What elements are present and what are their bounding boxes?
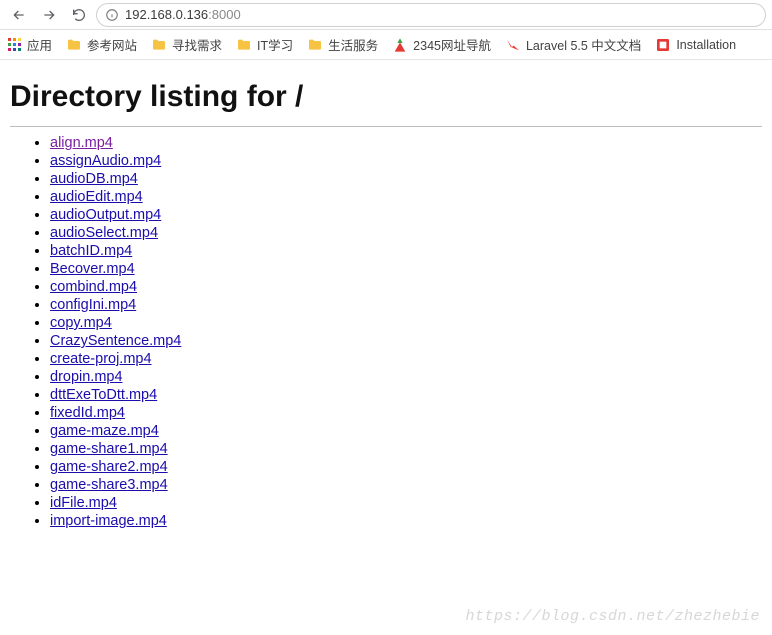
list-item: dropin.mp4 — [50, 369, 762, 385]
file-link[interactable]: idFile.mp4 — [50, 495, 117, 511]
arrow-left-icon — [11, 7, 27, 23]
list-item: fixedId.mp4 — [50, 405, 762, 421]
folder-icon — [66, 37, 82, 53]
list-item: game-share3.mp4 — [50, 477, 762, 493]
list-item: create-proj.mp4 — [50, 351, 762, 367]
bookmark-item[interactable]: IT学习 — [236, 35, 293, 54]
file-link[interactable]: audioOutput.mp4 — [50, 207, 161, 223]
apps-icon — [6, 37, 22, 53]
list-item: game-share2.mp4 — [50, 459, 762, 475]
bookmark-icon — [236, 37, 252, 53]
apps-button[interactable]: 应用 — [6, 35, 52, 54]
file-link[interactable]: Becover.mp4 — [50, 261, 135, 277]
bookmark-icon — [655, 37, 671, 53]
file-link[interactable]: audioEdit.mp4 — [50, 189, 143, 205]
list-item: audioSelect.mp4 — [50, 225, 762, 241]
folder-icon — [151, 37, 167, 53]
laravel-icon — [505, 37, 521, 53]
file-link[interactable]: game-maze.mp4 — [50, 423, 159, 439]
list-item: audioOutput.mp4 — [50, 207, 762, 223]
list-item: idFile.mp4 — [50, 495, 762, 511]
bookmarks-bar: 应用 参考网站 寻找需求 IT学习 生活服务 2345网址导航 Laravel 5.5 中… — [0, 30, 772, 60]
file-link[interactable]: create-proj.mp4 — [50, 351, 152, 367]
file-link[interactable]: dropin.mp4 — [50, 369, 123, 385]
list-item: copy.mp4 — [50, 315, 762, 331]
file-link[interactable]: game-share2.mp4 — [50, 459, 168, 475]
file-link[interactable]: audioSelect.mp4 — [50, 225, 158, 241]
bookmark-label: IT学习 — [257, 35, 293, 54]
page-title: Directory listing for / — [10, 80, 762, 114]
nav2345-icon — [392, 37, 408, 53]
file-link[interactable]: dttExeToDtt.mp4 — [50, 387, 157, 403]
install-icon — [655, 37, 671, 53]
file-link[interactable]: import-image.mp4 — [50, 513, 167, 529]
file-link[interactable]: combind.mp4 — [50, 279, 137, 295]
browser-toolbar: 192.168.0.136:8000 — [0, 0, 772, 30]
bookmark-icon — [307, 37, 323, 53]
list-item: game-maze.mp4 — [50, 423, 762, 439]
bookmark-item[interactable]: Installation — [655, 37, 736, 53]
bookmark-label: Installation — [676, 38, 736, 52]
bookmark-item[interactable]: Laravel 5.5 中文文档 — [505, 35, 641, 54]
list-item: batchID.mp4 — [50, 243, 762, 259]
list-item: assignAudio.mp4 — [50, 153, 762, 169]
file-link[interactable]: audioDB.mp4 — [50, 171, 138, 187]
bookmark-label: 2345网址导航 — [413, 35, 491, 54]
bookmark-icon — [392, 37, 408, 53]
folder-icon — [307, 37, 323, 53]
forward-button[interactable] — [36, 2, 62, 28]
arrow-right-icon — [41, 7, 57, 23]
bookmark-item[interactable]: 寻找需求 — [151, 35, 222, 54]
bookmark-icon — [151, 37, 167, 53]
bookmark-item[interactable]: 生活服务 — [307, 35, 378, 54]
file-link[interactable]: assignAudio.mp4 — [50, 153, 161, 169]
file-link[interactable]: copy.mp4 — [50, 315, 112, 331]
file-link[interactable]: configIni.mp4 — [50, 297, 136, 313]
directory-listing: align.mp4 assignAudio.mp4 audioDB.mp4 audio… — [10, 135, 762, 529]
page-content: Directory listing for / align.mp4 assignA… — [0, 60, 772, 529]
bookmark-icon — [505, 37, 521, 53]
file-link[interactable]: fixedId.mp4 — [50, 405, 125, 421]
folder-icon — [236, 37, 252, 53]
list-item: audioDB.mp4 — [50, 171, 762, 187]
file-link[interactable]: batchID.mp4 — [50, 243, 132, 259]
bookmark-item[interactable]: 参考网站 — [66, 35, 137, 54]
list-item: audioEdit.mp4 — [50, 189, 762, 205]
reload-icon — [71, 7, 87, 23]
list-item: dttExeToDtt.mp4 — [50, 387, 762, 403]
apps-label: 应用 — [27, 35, 52, 54]
list-item: align.mp4 — [50, 135, 762, 151]
back-button[interactable] — [6, 2, 32, 28]
list-item: configIni.mp4 — [50, 297, 762, 313]
address-bar[interactable]: 192.168.0.136:8000 — [96, 3, 766, 27]
list-item: game-share1.mp4 — [50, 441, 762, 457]
list-item: Becover.mp4 — [50, 261, 762, 277]
bookmark-label: Laravel 5.5 中文文档 — [526, 35, 641, 54]
list-item: combind.mp4 — [50, 279, 762, 295]
file-link[interactable]: game-share3.mp4 — [50, 477, 168, 493]
file-link[interactable]: game-share1.mp4 — [50, 441, 168, 457]
site-info-icon — [105, 8, 119, 22]
bookmark-label: 生活服务 — [328, 35, 378, 54]
separator — [10, 126, 762, 127]
file-link[interactable]: align.mp4 — [50, 135, 113, 151]
bookmark-item[interactable]: 2345网址导航 — [392, 35, 491, 54]
list-item: import-image.mp4 — [50, 513, 762, 529]
bookmark-label: 参考网站 — [87, 35, 137, 54]
bookmark-icon — [66, 37, 82, 53]
list-item: CrazySentence.mp4 — [50, 333, 762, 349]
url-text: 192.168.0.136:8000 — [125, 7, 241, 22]
reload-button[interactable] — [66, 2, 92, 28]
bookmark-label: 寻找需求 — [172, 35, 222, 54]
file-link[interactable]: CrazySentence.mp4 — [50, 333, 181, 349]
watermark-text: https://blog.csdn.net/zhezhebie — [465, 608, 760, 625]
